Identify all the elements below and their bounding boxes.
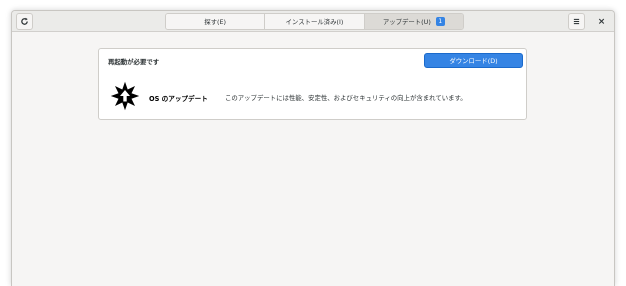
os-update-row[interactable]: OS のアップデート このアップデートには性能、安定性、およびセキュリティの向上… (110, 81, 520, 111)
download-button[interactable]: ダウンロード(D) (424, 53, 523, 68)
updates-card: 再起動が必要です ダウンロード(D) OS のアップデート このアップデートには… (98, 48, 527, 120)
tab-updates[interactable]: アップデート(U) 1 (364, 14, 463, 29)
hamburger-menu-icon (573, 18, 580, 25)
tab-explore-label: 探す(E) (204, 18, 227, 26)
tab-explore[interactable]: 探す(E) (166, 14, 266, 29)
os-update-description: このアップデートには性能、安定性、およびセキュリティの向上が含まれています。 (225, 94, 467, 102)
close-button[interactable]: × (593, 13, 610, 30)
os-update-icon (110, 81, 140, 111)
os-update-title: OS のアップデート (149, 95, 208, 103)
menu-button[interactable] (568, 13, 585, 30)
refresh-icon (20, 17, 29, 26)
updates-count-badge: 1 (435, 17, 445, 26)
view-switcher: 探す(E) インストール済み(I) アップデート(U) 1 (165, 13, 464, 30)
app-window: 探す(E) インストール済み(I) アップデート(U) 1 × 再起動が必要です… (11, 10, 615, 286)
tab-installed[interactable]: インストール済み(I) (265, 14, 365, 29)
close-icon: × (597, 16, 606, 27)
refresh-button[interactable] (16, 13, 33, 30)
tab-installed-label: インストール済み(I) (285, 18, 344, 26)
tab-updates-label: アップデート(U) (382, 18, 431, 26)
restart-required-heading: 再起動が必要です (108, 58, 160, 66)
header-bar: 探す(E) インストール済み(I) アップデート(U) 1 × (12, 11, 614, 32)
